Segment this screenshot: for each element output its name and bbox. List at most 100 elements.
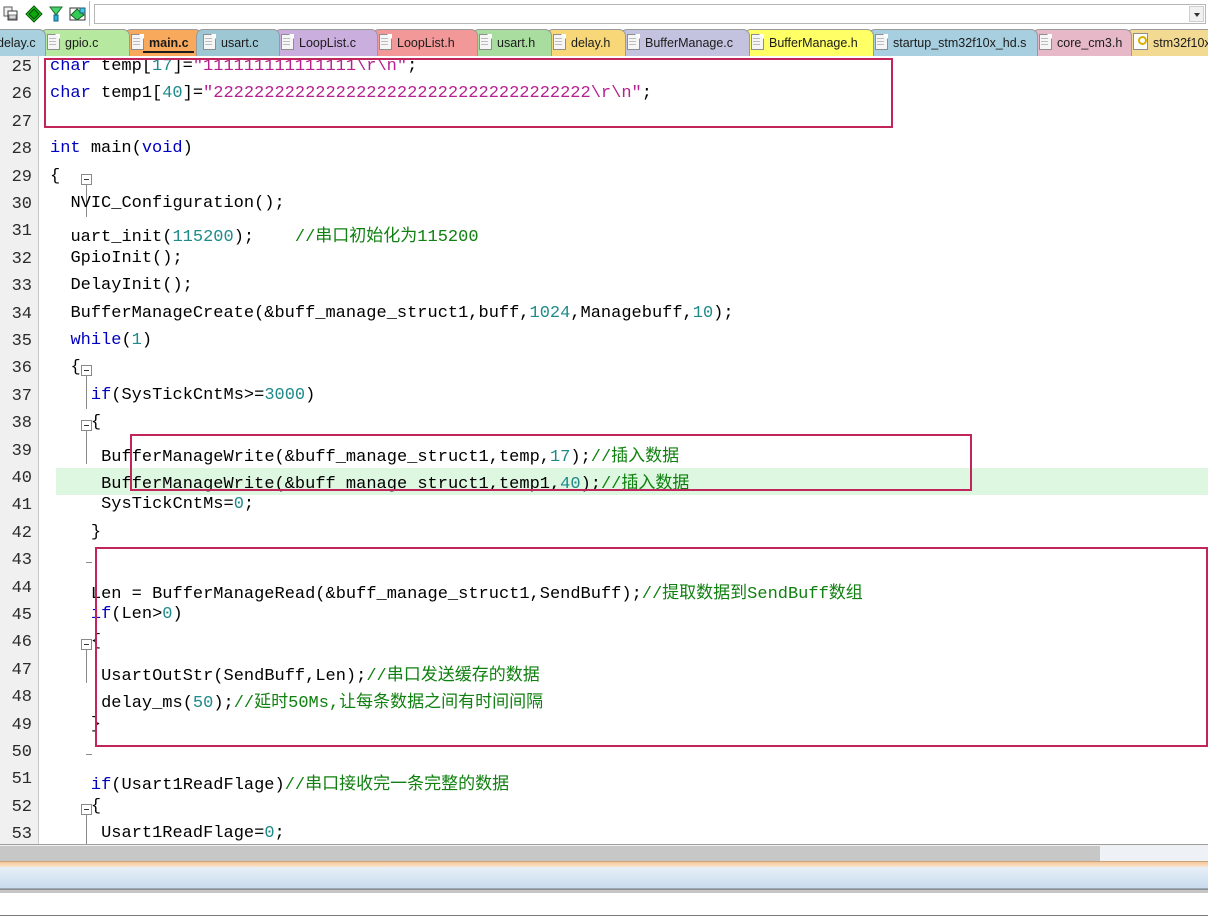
fold-toggle-icon[interactable] [81,173,92,185]
code-token: temp1[ [101,84,163,104]
tab-core-cm3-h[interactable]: core_cm3.h [1032,29,1132,56]
file-icon [553,34,566,50]
code-token: { [90,413,102,433]
tab-usart-c[interactable]: usart.c [196,29,280,56]
batch-build-icon[interactable] [67,3,89,25]
output-pane-body [0,893,1208,916]
build-icon[interactable] [23,3,45,25]
find-combo-box[interactable] [94,3,1206,24]
code-token: { [90,632,102,652]
code-token: { [70,358,81,378]
tab-label: usart.h [497,36,536,50]
code-line: Len = BufferManageRead(&buff_manage_stru… [91,578,863,604]
tab-stm32f10x[interactable]: stm32f10x [1126,29,1208,56]
code-token: if [90,605,112,624]
line-number: 42 [11,523,32,543]
copy-icon[interactable] [1,3,23,25]
line-number: 50 [11,743,32,762]
code-token: delay_ms( [101,694,193,714]
code-token: ); [570,447,591,467]
code-token: 0 [162,605,173,624]
rebuild-icon[interactable] [45,3,67,25]
code-token: (SysTickCntMs>= [111,385,265,405]
tab-main-c[interactable]: main.c [124,29,202,56]
code-token: } [90,522,102,542]
code-token: 3000 [264,385,306,405]
chevron-down-icon[interactable] [1189,5,1204,22]
file-key-icon [1133,33,1148,50]
code-token: } [90,714,102,734]
file-icon [751,34,764,50]
code-token: BufferManageWrite(&buff_manage_struct1,t… [101,475,561,494]
tab-startup-stm32f10x-hd-s[interactable]: startup_stm32f10x_hd.s [868,29,1038,56]
editor-tab-bar[interactable]: delay.c gpio.c main.c usart.c LoopList.c Loop… [0,27,1208,56]
code-token: char [50,57,102,76]
line-number-gutter: 25 26 27 28 29 30 31 32 33 34 35 36 37 38 39 40 41 42 43 44… [0,56,38,844]
line-number: 39 [11,441,32,461]
tab-label: delay.c [0,36,36,50]
code-line: BufferManageWrite(&buff_manage_struct1,t… [101,468,689,494]
line-number: 46 [11,633,32,653]
tab-label: BufferManage.c [645,36,734,50]
line-number: 44 [11,578,32,598]
tab-gpio-c[interactable]: gpio.c [40,29,130,56]
code-token: 17 [152,57,173,76]
code-line: } [91,715,101,734]
code-token: uart_init( [70,228,173,248]
code-token: { [50,166,61,186]
code-token: ); [213,694,234,714]
code-line: char temp[17]="111111111111111\r\n"; [50,57,417,76]
tab-looplist-h[interactable]: LoopList.h [372,29,478,56]
line-number: 35 [11,332,32,351]
code-token: 0 [233,495,244,515]
code-line: if(SysTickCntMs>=3000) [91,386,315,405]
tab-looplist-c[interactable]: LoopList.c [274,29,378,56]
code-token: //提取数据到SendBuff数组 [641,584,863,604]
horizontal-scrollbar-thumb[interactable] [0,846,1100,861]
tab-buffermanage-c[interactable]: BufferManage.c [620,29,750,56]
line-number: 41 [11,496,32,516]
code-line: } [91,523,101,542]
tab-buffermanage-h[interactable]: BufferManage.h [744,29,874,56]
toolbar-icon-group [0,1,90,26]
code-token: 40 [560,475,581,494]
line-number: 40 [11,469,32,488]
file-icon [379,34,392,50]
code-token: NVIC_Configuration(); [70,194,285,213]
horizontal-scrollbar-track-right[interactable] [1100,846,1208,861]
line-number: 32 [11,249,32,269]
code-line: DelayInit(); [70,276,192,295]
code-token: Len = BufferManageRead(&buff_manage_stru… [90,584,642,604]
code-token: temp[ [101,57,153,76]
code-line: Usart1ReadFlage=0; [101,824,285,843]
code-token: ; [274,824,285,844]
tab-label: gpio.c [65,36,99,50]
code-token: 50 [192,694,214,714]
code-line: BufferManageWrite(&buff_manage_struct1,t… [101,441,679,467]
file-icon [47,34,60,50]
file-icon [875,34,888,50]
toolbar [0,0,1208,28]
code-line: UsartOutStr(SendBuff,Len);//串口发送缓存的数据 [101,660,540,686]
tab-delay-h[interactable]: delay.h [546,29,626,56]
horizontal-scrollbar[interactable] [0,844,1208,861]
file-icon [1039,34,1052,50]
code-token: ( [121,331,132,350]
code-line: NVIC_Configuration(); [70,194,284,213]
code-token: int [50,139,91,159]
code-token: ]= [172,57,193,76]
code-token: 40 [162,84,183,104]
code-token: ) [182,139,193,159]
tab-label: BufferManage.h [769,36,858,50]
code-line: int main(void) [50,139,193,158]
code-token: "2222222222222222222222222222222222222\r… [203,84,642,104]
tab-label: core_cm3.h [1057,36,1123,50]
fold-guide-line [86,814,87,844]
code-token: { [90,796,102,816]
output-pane-header [0,867,1208,889]
code-editor[interactable]: 25 26 27 28 29 30 31 32 33 34 35 36 37 38 39 40 41 42 43 44… [0,56,1208,844]
tab-delay-c[interactable]: delay.c [0,29,46,56]
fold-toggle-icon[interactable] [81,365,92,377]
fold-guide-line [86,650,87,684]
tab-usart-h[interactable]: usart.h [472,29,552,56]
